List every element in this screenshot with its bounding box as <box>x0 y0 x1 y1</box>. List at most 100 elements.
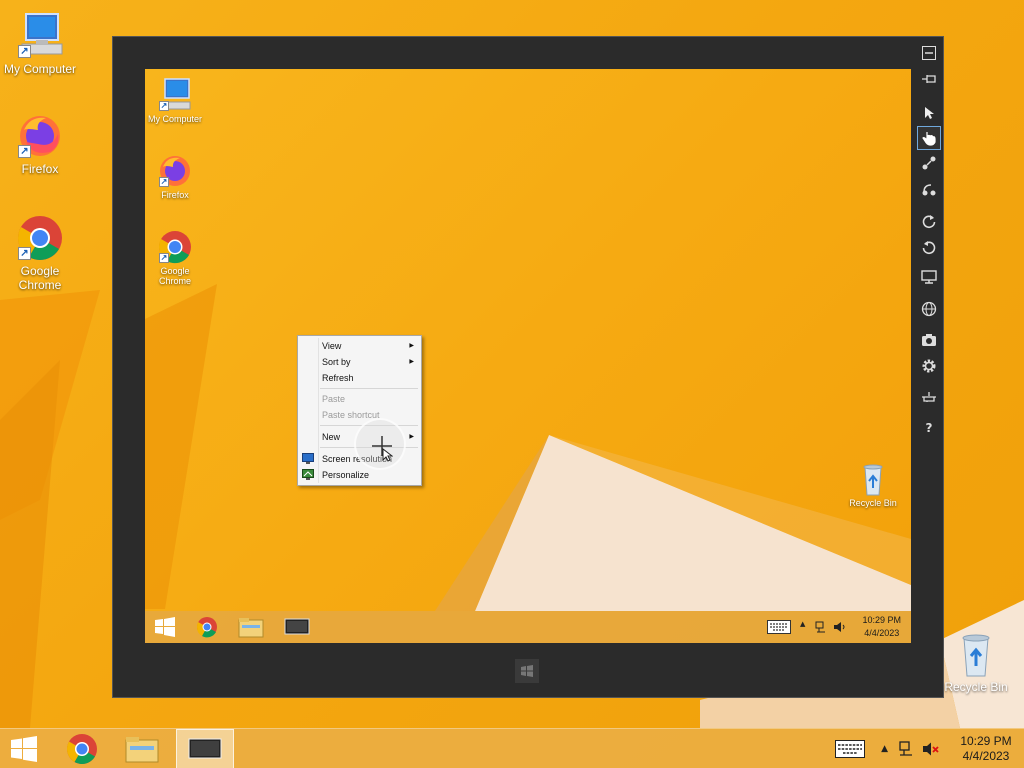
menu-item-label: Paste <box>322 394 346 404</box>
pinch-icon <box>922 156 936 170</box>
menu-item-label: New <box>322 432 341 442</box>
desktop-icon-firefox[interactable]: ↗ Firefox <box>0 112 80 176</box>
shortcut-arrow-icon: ↗ <box>159 253 169 263</box>
pinch-zoom-button[interactable] <box>917 151 941 175</box>
minimize-button[interactable] <box>917 41 941 65</box>
menu-separator <box>320 388 418 389</box>
network-icon <box>922 392 936 402</box>
pointer-icon <box>925 107 934 119</box>
remote-desktop-window[interactable]: ↗ My Computer ↗ Firefox ↗ Google Chrome … <box>112 36 944 698</box>
desktop-icon-label: Recycle Bin <box>944 680 1008 694</box>
remote-side-toolbar: ? <box>913 37 945 699</box>
shortcut-arrow-icon: ↗ <box>159 177 169 187</box>
inner-taskbar: ▲ 10:29 PM 4/4/2023 <box>145 611 911 643</box>
computer-icon: ↗ <box>16 12 64 60</box>
hand-icon <box>922 132 936 146</box>
firefox-icon: ↗ <box>16 112 64 160</box>
desktop-icon-label: My Computer <box>147 114 202 124</box>
network-button[interactable] <box>917 385 941 409</box>
inner-desktop-icon-recycle-bin[interactable]: Recycle Bin <box>843 461 903 508</box>
windows-start-icon <box>155 617 175 637</box>
menu-item-refresh[interactable]: Refresh <box>322 370 418 386</box>
menu-item-personalize[interactable]: Personalize <box>302 467 418 483</box>
desktop-icon-my-computer[interactable]: ↗ My Computer <box>0 12 80 76</box>
personalize-icon <box>302 469 314 480</box>
menu-item-label: Personalize <box>322 470 370 480</box>
desktop-icon-google-chrome[interactable]: ↗ Google Chrome <box>0 214 80 292</box>
computer-icon: ↗ <box>157 77 193 113</box>
inner-taskbar-chrome[interactable] <box>187 611 227 643</box>
file-explorer-icon <box>125 737 159 763</box>
chrome-icon <box>66 734 97 765</box>
taskbar-chrome[interactable] <box>54 729 110 768</box>
touch-keyboard-icon[interactable] <box>835 740 866 758</box>
help-button[interactable]: ? <box>917 416 941 440</box>
desktop-icon-label: Firefox <box>21 162 59 176</box>
pointer-mode-button[interactable] <box>917 101 941 125</box>
help-icon: ? <box>925 421 933 435</box>
pin-button[interactable] <box>917 67 941 91</box>
inner-desktop-icon-firefox[interactable]: ↗ Firefox <box>145 153 205 200</box>
chrome-icon: ↗ <box>157 229 193 265</box>
rotate-gesture-icon <box>922 184 936 196</box>
network-status-icon[interactable] <box>898 741 914 757</box>
inner-clock-date: 4/4/2023 <box>864 628 900 638</box>
hand-mode-button[interactable] <box>917 126 941 150</box>
inner-taskbar-remote-desktop[interactable] <box>277 611 317 643</box>
inner-wallpaper-shapes <box>145 284 911 611</box>
inner-start-button[interactable] <box>145 611 185 643</box>
submenu-arrow-icon: ▶ <box>409 359 414 365</box>
inner-taskbar-file-explorer[interactable] <box>231 611 271 643</box>
screenshot-button[interactable] <box>917 328 941 352</box>
clock-time: 10:29 PM <box>960 734 1012 748</box>
desktop-icon-label: My Computer <box>3 62 77 76</box>
show-hidden-icons-icon[interactable]: ▲ <box>800 620 805 628</box>
inner-desktop-icon-google-chrome[interactable]: ↗ Google Chrome <box>145 229 205 286</box>
remote-desktop-icon <box>284 618 310 635</box>
taskbar-file-explorer[interactable] <box>114 729 170 768</box>
shortcut-arrow-icon: ↗ <box>159 101 169 111</box>
windows-logo-icon <box>521 665 533 677</box>
windows-start-icon <box>11 736 37 762</box>
start-button[interactable] <box>0 729 48 768</box>
keyboard-icon[interactable] <box>767 620 791 634</box>
firefox-icon: ↗ <box>157 153 193 189</box>
chrome-icon: ↗ <box>16 214 64 262</box>
monitor-button[interactable] <box>917 265 941 289</box>
menu-item-label: Sort by <box>322 357 351 367</box>
crosshair-cursor-icon <box>372 436 393 461</box>
menu-item-view[interactable]: View ▶ <box>322 338 418 354</box>
menu-item-sort-by[interactable]: Sort by ▶ <box>322 354 418 370</box>
screen-resolution-icon <box>302 453 314 464</box>
file-explorer-icon <box>238 618 264 638</box>
rotate-gesture-button[interactable] <box>917 177 941 201</box>
settings-gear-icon <box>922 359 936 373</box>
settings-button[interactable] <box>917 354 941 378</box>
remote-screen[interactable]: ↗ My Computer ↗ Firefox ↗ Google Chrome … <box>145 69 911 643</box>
minimize-icon <box>922 46 936 60</box>
monitor-icon <box>921 270 937 284</box>
globe-button[interactable] <box>917 297 941 321</box>
inner-desktop-icon-my-computer[interactable]: ↗ My Computer <box>145 77 205 124</box>
menu-gutter <box>318 338 319 483</box>
desktop-icon-recycle-bin[interactable]: Recycle Bin <box>936 630 1016 694</box>
rotate-counterclockwise-button[interactable] <box>917 235 941 259</box>
taskbar-remote-desktop[interactable] <box>176 729 234 768</box>
inner-clock[interactable]: 10:29 PM 4/4/2023 <box>862 614 901 640</box>
volume-muted-icon[interactable] <box>922 741 940 757</box>
globe-icon <box>921 301 937 317</box>
volume-icon[interactable] <box>833 621 847 633</box>
remote-windows-button[interactable] <box>515 659 539 683</box>
system-clock[interactable]: 10:29 PM 4/4/2023 <box>948 734 1024 764</box>
recycle-bin-icon <box>855 461 891 497</box>
shortcut-arrow-icon: ↗ <box>18 145 31 158</box>
taskbar: ▲ 10:29 PM 4/4/2023 <box>0 728 1024 768</box>
rotate-clockwise-button[interactable] <box>917 209 941 233</box>
network-status-icon[interactable] <box>815 621 827 633</box>
desktop-context-menu[interactable]: View ▶ Sort by ▶ Refresh Paste Paste sho… <box>297 335 422 486</box>
desktop-icon-label: Recycle Bin <box>849 498 897 508</box>
show-hidden-icons-icon[interactable]: ▲ <box>881 744 888 754</box>
recycle-bin-icon <box>952 630 1000 678</box>
system-tray: ▲ 10:29 PM 4/4/2023 <box>835 729 1024 768</box>
remote-desktop-icon <box>188 738 222 759</box>
